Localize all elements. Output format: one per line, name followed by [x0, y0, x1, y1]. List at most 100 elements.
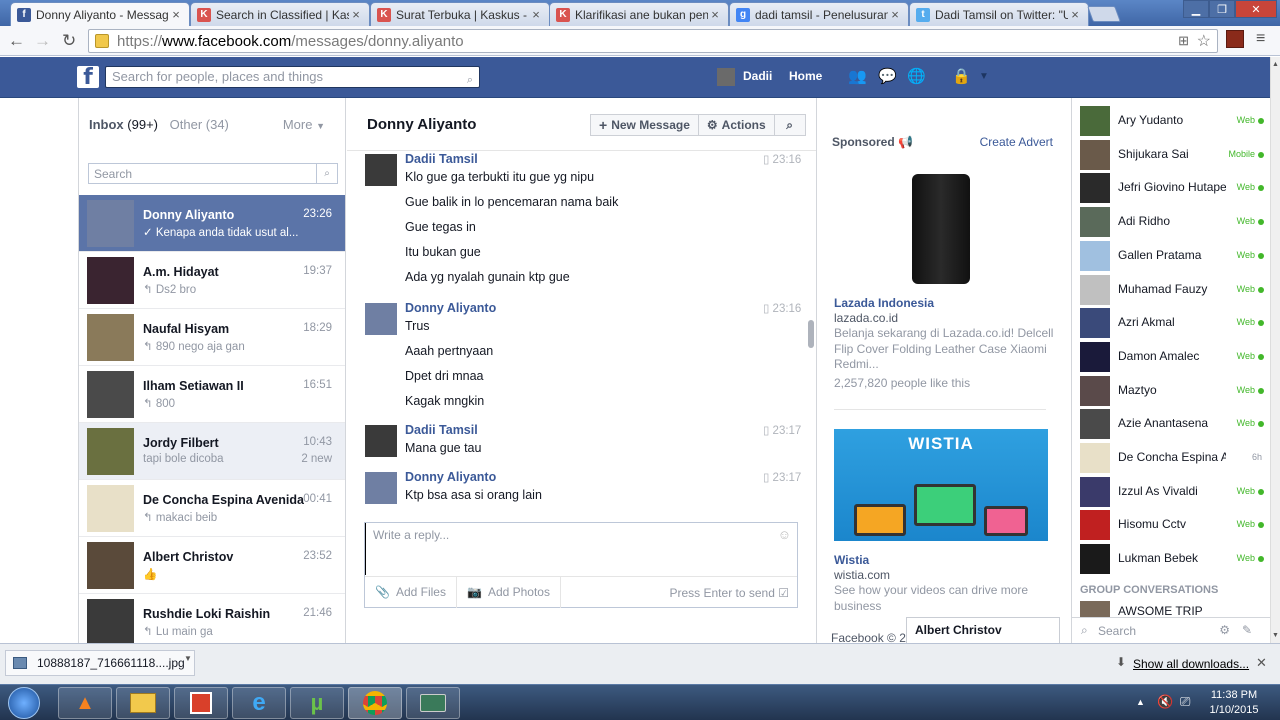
tab-close-icon[interactable]: ×	[349, 7, 363, 22]
home-link[interactable]: Home	[789, 69, 822, 83]
forward-icon[interactable]: →	[34, 31, 51, 51]
messages-icon[interactable]: 💬	[878, 69, 897, 85]
chat-buddy[interactable]: Adi Ridho Web	[1072, 204, 1270, 238]
translate-icon[interactable]: ⊞	[1178, 33, 1189, 49]
message-avatar[interactable]	[365, 472, 397, 504]
tray-expand-icon[interactable]: ▲	[1136, 697, 1145, 707]
vlc-taskbar-icon[interactable]: ▲	[58, 687, 112, 719]
browser-tab[interactable]: f Donny Aliyanto - Message ×	[10, 2, 190, 26]
inbox-tab[interactable]: Inbox	[89, 117, 124, 132]
more-menu-button[interactable]: More ▼	[283, 117, 325, 132]
reload-icon[interactable]: ↻	[62, 31, 76, 51]
profile-link[interactable]: Dadii	[743, 69, 772, 83]
notifications-icon[interactable]: 🌐	[907, 69, 926, 85]
app-taskbar-icon[interactable]	[174, 687, 228, 719]
chrome-taskbar-icon[interactable]	[348, 687, 402, 719]
tab-close-icon[interactable]: ×	[169, 7, 183, 22]
reply-input[interactable]: Write a reply... ☺	[365, 523, 797, 575]
thread-item[interactable]: Albert Christov 23:52 👍	[79, 537, 345, 594]
actions-button[interactable]: ⚙ Actions	[697, 114, 775, 136]
menu-icon[interactable]: ≡	[1256, 30, 1265, 48]
browser-tab[interactable]: g dadi tamsil - Penelusuran ×	[729, 2, 909, 26]
extension-icon[interactable]	[1226, 30, 1244, 48]
message-avatar[interactable]	[365, 303, 397, 335]
thread-item[interactable]: Donny Aliyanto 23:26 ✓ Kenapa anda tidak u…	[79, 195, 345, 252]
minimize-button[interactable]: ▁	[1183, 0, 1209, 18]
ad2-title[interactable]: Wistia	[834, 553, 869, 567]
page-scrollbar[interactable]: ▲ ▼	[1270, 57, 1280, 643]
show-all-downloads-link[interactable]: Show all downloads...	[1133, 657, 1249, 671]
account-menu-chevron-icon[interactable]: ▼	[979, 69, 997, 85]
download-menu-chevron-icon[interactable]: ▼	[184, 654, 192, 663]
message-sender[interactable]: Dadii Tamsil	[405, 423, 478, 437]
tab-close-icon[interactable]: ×	[708, 7, 722, 22]
add-photos-button[interactable]: 📷 Add Photos	[457, 576, 561, 608]
facebook-search-input[interactable]: Search for people, places and things ⌕	[105, 66, 480, 88]
thread-item[interactable]: Naufal Hisyam 18:29 ↰ 890 nego aja gan	[79, 309, 345, 366]
conversation-scrollbar[interactable]	[808, 320, 814, 348]
thread-item[interactable]: Ilham Setiawan II 16:51 ↰ 800	[79, 366, 345, 423]
chat-buddy[interactable]: Damon Amalec Web	[1072, 339, 1270, 373]
thread-item[interactable]: A.m. Hidayat 19:37 ↰ Ds2 bro	[79, 252, 345, 309]
browser-tab[interactable]: K Klarifikasi ane bukan penipu×	[549, 2, 729, 26]
scroll-up-icon[interactable]: ▲	[1272, 61, 1279, 68]
tab-close-icon[interactable]: ×	[888, 7, 902, 22]
privacy-shortcuts-icon[interactable]: 🔒	[952, 69, 971, 85]
message-avatar[interactable]	[365, 425, 397, 457]
explorer-taskbar-icon[interactable]	[116, 687, 170, 719]
download-item[interactable]: 10888187_716661118....jpg	[5, 650, 195, 676]
group-conversation-item[interactable]: AWSOME TRIP	[1072, 598, 1270, 617]
profile-avatar[interactable]	[717, 68, 735, 86]
back-icon[interactable]: ←	[8, 31, 25, 51]
thread-item[interactable]: De Concha Espina Avenida 00:41 ↰ makaci be…	[79, 480, 345, 537]
thread-item[interactable]: Jordy Filbert 10:43 tapi bole dicoba 2 new	[79, 423, 345, 480]
scroll-down-icon[interactable]: ▼	[1272, 632, 1279, 639]
chat-buddy[interactable]: Izzul As Vivaldi Web	[1072, 474, 1270, 508]
chat-buddy[interactable]: Ary Yudanto Web	[1072, 103, 1270, 137]
chat-buddy[interactable]: Azie Anantasena Web	[1072, 406, 1270, 440]
chat-buddy[interactable]: Maztyo Web	[1072, 373, 1270, 407]
search-icon[interactable]: ⌕	[467, 70, 473, 90]
network-icon[interactable]: ⎚	[1180, 694, 1190, 710]
gear-icon[interactable]: ⚙	[1219, 623, 1230, 637]
browser-tab[interactable]: t Dadi Tamsil on Twitter: "U ×	[909, 2, 1089, 26]
press-enter-toggle[interactable]: Press Enter to send ☑	[670, 586, 790, 600]
new-tab-button[interactable]	[1087, 6, 1121, 22]
address-bar[interactable]: https://www.facebook.com/messages/donny.…	[88, 29, 1218, 53]
phone-case-image[interactable]	[912, 174, 970, 284]
browser-tab[interactable]: K Search in Classified | Kaskus×	[190, 2, 370, 26]
message-sender[interactable]: Donny Aliyanto	[405, 301, 496, 315]
search-icon[interactable]: ⌕	[316, 164, 337, 183]
close-downloads-icon[interactable]: ✕	[1256, 655, 1267, 671]
chat-search-input[interactable]: ⌕ Search ⚙ ✎	[1072, 617, 1270, 643]
tab-close-icon[interactable]: ×	[529, 7, 543, 22]
network-app-taskbar-icon[interactable]	[406, 687, 460, 719]
emoticon-icon[interactable]: ☺	[778, 527, 791, 542]
add-files-button[interactable]: 📎 Add Files	[365, 576, 457, 608]
utorrent-taskbar-icon[interactable]: µ	[290, 687, 344, 719]
volume-muted-icon[interactable]: 🔇	[1157, 694, 1173, 710]
wistia-banner-image[interactable]: WISTIA	[834, 429, 1048, 541]
inbox-search-input[interactable]: Search ⌕	[88, 163, 338, 184]
message-sender[interactable]: Donny Aliyanto	[405, 470, 496, 484]
chat-buddy[interactable]: De Concha Espina Avenida 6h	[1072, 440, 1270, 474]
chat-buddy[interactable]: Azri Akmal Web	[1072, 305, 1270, 339]
maximize-button[interactable]: ❐	[1209, 0, 1235, 18]
friend-requests-icon[interactable]: 👥	[848, 69, 867, 85]
new-message-button[interactable]: + New Message	[590, 114, 699, 136]
start-button[interactable]	[8, 687, 40, 719]
browser-tab[interactable]: K Surat Terbuka | Kaskus - T ×	[370, 2, 550, 26]
conversation-search-button[interactable]: ⌕	[773, 114, 806, 136]
open-chat-tab[interactable]: Albert Christov	[906, 617, 1060, 643]
facebook-logo-icon[interactable]: f	[77, 66, 99, 90]
system-clock[interactable]: 11:38 PM 1/10/2015	[1204, 688, 1264, 718]
bookmark-star-icon[interactable]: ☆	[1197, 31, 1211, 51]
chat-buddy[interactable]: Muhamad Fauzy Web	[1072, 272, 1270, 306]
message-sender[interactable]: Dadii Tamsil	[405, 152, 478, 166]
chat-buddy[interactable]: Gallen Pratama Web	[1072, 238, 1270, 272]
message-avatar[interactable]	[365, 154, 397, 186]
other-tab[interactable]: Other (34)	[170, 117, 229, 132]
create-advert-link[interactable]: Create Advert	[980, 135, 1053, 149]
internet-explorer-taskbar-icon[interactable]: e	[232, 687, 286, 719]
chat-buddy[interactable]: Shijukara Sai Mobile	[1072, 137, 1270, 171]
